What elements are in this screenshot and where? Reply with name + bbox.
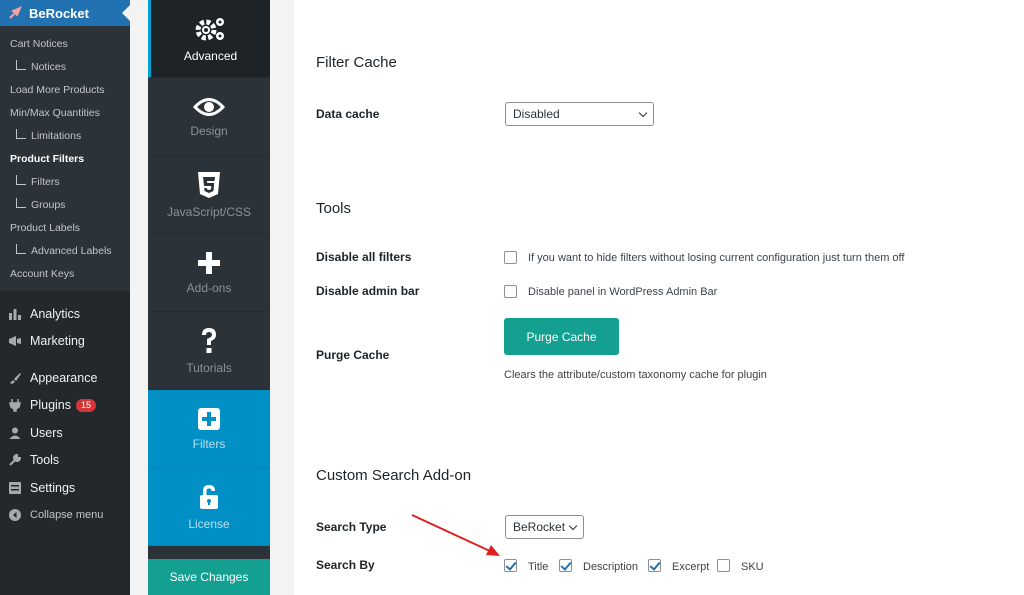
custom-search-heading: Custom Search Add-on xyxy=(316,467,472,484)
bar-chart-icon xyxy=(9,308,21,320)
plugins-update-badge: 15 xyxy=(76,398,97,412)
search-type-label: Search Type xyxy=(316,520,387,534)
search-by-description-text: Description xyxy=(583,561,639,573)
child-arrow-icon xyxy=(16,243,26,254)
menu-item-plugins[interactable]: Plugins 15 xyxy=(0,392,130,420)
save-changes-button[interactable]: Save Changes xyxy=(148,559,270,595)
settings-sliders-icon xyxy=(9,481,21,494)
search-by-label: Search By xyxy=(316,558,375,572)
menu-item-settings[interactable]: Settings xyxy=(0,474,130,502)
submenu-item-advanced-labels[interactable]: Advanced Labels xyxy=(0,239,130,262)
rocket-icon xyxy=(9,6,22,19)
disable-admin-bar-text: Disable panel in WordPress Admin Bar xyxy=(528,286,718,298)
chevron-down-icon xyxy=(568,521,578,531)
purge-cache-label: Purge Cache xyxy=(316,348,390,362)
search-by-description-checkbox[interactable] xyxy=(559,559,572,572)
tab-license[interactable]: License xyxy=(148,468,270,546)
tab-design[interactable]: Design xyxy=(148,78,270,156)
data-cache-label: Data cache xyxy=(316,107,380,121)
submenu-item-product-labels[interactable]: Product Labels xyxy=(0,216,130,239)
tab-tutorials[interactable]: Tutorials xyxy=(148,312,270,390)
menu-item-users[interactable]: Users xyxy=(0,419,130,447)
user-icon xyxy=(9,427,21,439)
submenu-item-product-filters[interactable]: Product Filters xyxy=(0,147,130,170)
submenu-item-notices[interactable]: Notices xyxy=(0,55,130,78)
wrench-icon xyxy=(9,454,22,466)
child-arrow-icon xyxy=(16,174,26,185)
collapse-menu-button[interactable]: Collapse menu xyxy=(0,502,130,530)
question-icon xyxy=(202,327,216,353)
chevron-down-icon xyxy=(638,108,648,118)
search-by-excerpt-checkbox[interactable] xyxy=(648,559,661,572)
purge-cache-button[interactable]: Purge Cache xyxy=(504,318,619,355)
tools-heading: Tools xyxy=(316,200,352,217)
menu-item-appearance[interactable]: Appearance xyxy=(0,364,130,392)
settings-tabs: Advanced Design JavaScript/CSS Add-ons T… xyxy=(148,0,270,595)
tab-advanced[interactable]: Advanced xyxy=(148,0,270,78)
berocket-submenu: Cart Notices Notices Load More Products … xyxy=(0,26,130,291)
menu-item-marketing[interactable]: Marketing xyxy=(0,328,130,356)
plus-icon xyxy=(198,251,220,274)
submenu-item-limitations[interactable]: Limitations xyxy=(0,124,130,147)
filter-cache-heading: Filter Cache xyxy=(316,54,397,71)
unlock-icon xyxy=(200,484,218,509)
disable-filters-checkbox[interactable] xyxy=(504,251,517,264)
purge-cache-description: Clears the attribute/custom taxonomy cac… xyxy=(504,369,767,381)
child-arrow-icon xyxy=(16,197,26,208)
menu-item-label: BeRocket xyxy=(29,5,89,21)
submenu-item-filters[interactable]: Filters xyxy=(0,170,130,193)
disable-admin-bar-checkbox[interactable] xyxy=(504,285,517,298)
disable-admin-bar-label: Disable admin bar xyxy=(316,284,420,298)
disable-filters-text: If you want to hide filters without losi… xyxy=(528,252,905,264)
disable-filters-label: Disable all filters xyxy=(316,250,412,264)
submenu-item-min-max-quantities[interactable]: Min/Max Quantities xyxy=(0,101,130,124)
menu-item-tools[interactable]: Tools xyxy=(0,447,130,475)
search-by-title-text: Title xyxy=(528,561,549,573)
submenu-item-cart-notices[interactable]: Cart Notices xyxy=(0,32,130,55)
child-arrow-icon xyxy=(16,59,26,70)
eye-icon xyxy=(193,97,225,116)
search-type-select[interactable]: BeRocket xyxy=(505,515,584,539)
menu-item-berocket[interactable]: BeRocket xyxy=(0,0,130,26)
submenu-item-account-keys[interactable]: Account Keys xyxy=(0,262,130,285)
data-cache-select[interactable]: Disabled xyxy=(505,102,654,126)
plus-square-icon xyxy=(198,407,220,430)
search-by-sku-text: SKU xyxy=(741,561,764,573)
child-arrow-icon xyxy=(16,128,26,139)
submenu-item-groups[interactable]: Groups xyxy=(0,193,130,216)
search-by-sku-checkbox[interactable] xyxy=(717,559,730,572)
brush-icon xyxy=(10,372,21,384)
menu-item-analytics[interactable]: Analytics xyxy=(0,300,130,328)
admin-menu: BeRocket Cart Notices Notices Load More … xyxy=(0,0,130,595)
collapse-arrow-icon xyxy=(9,509,21,522)
css3-icon xyxy=(198,171,220,198)
megaphone-icon xyxy=(9,336,21,347)
tab-filters[interactable]: Filters xyxy=(148,390,270,468)
tab-javascript-css[interactable]: JavaScript/CSS xyxy=(148,156,270,234)
annotation-arrow-icon xyxy=(411,514,500,556)
gears-icon xyxy=(195,17,224,40)
search-by-excerpt-text: Excerpt xyxy=(672,561,710,573)
tab-add-ons[interactable]: Add-ons xyxy=(148,234,270,312)
plug-icon xyxy=(9,399,21,412)
submenu-item-load-more-products[interactable]: Load More Products xyxy=(0,78,130,101)
